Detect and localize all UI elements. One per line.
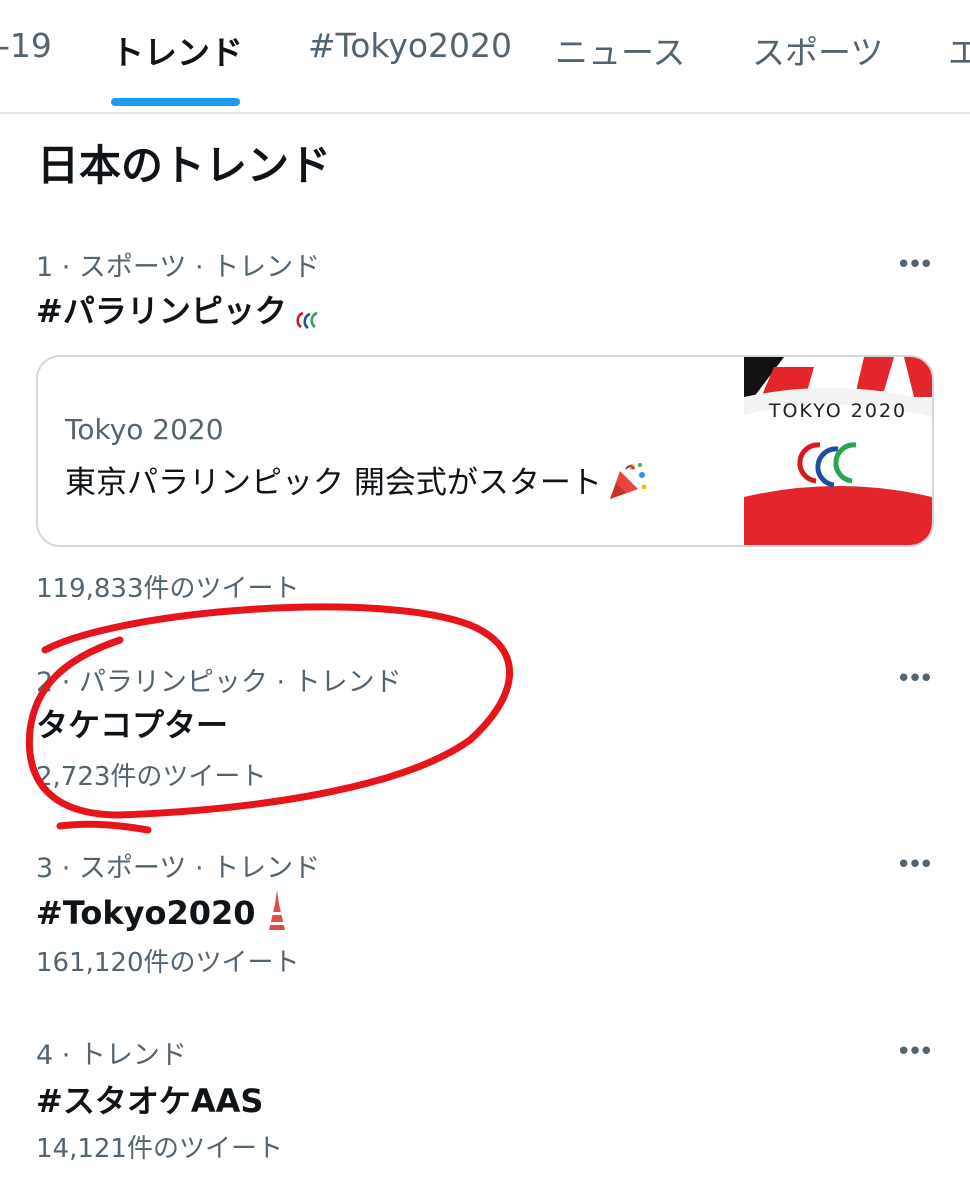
card-thumbnail: TOKYO 2020	[744, 357, 932, 545]
trend-name: タケコプター	[36, 706, 229, 744]
section-title: 日本のトレンド	[37, 141, 332, 190]
tab-sports[interactable]: スポーツ	[752, 26, 883, 74]
tab-covid[interactable]: -19	[0, 26, 52, 65]
more-dots-icon[interactable]: •••	[896, 1037, 934, 1067]
party-popper-icon	[606, 461, 648, 501]
trend-meta: 4 · トレンド	[36, 1040, 187, 1071]
trend-name: #パラリンピック	[36, 286, 325, 332]
trend-tweet-count: 161,120件のツイート	[36, 948, 300, 978]
card-source: Tokyo 2020	[65, 413, 224, 446]
active-tab-indicator	[111, 98, 240, 106]
trend-meta: 3 · スポーツ · トレンド	[36, 853, 321, 884]
more-dots-icon[interactable]: •••	[896, 250, 934, 280]
trend-name: #スタオケAAS	[36, 1082, 264, 1120]
tokyo-tower-icon	[266, 890, 288, 930]
explore-tab-bar: -19 トレンド #Tokyo2020 ニュース スポーツ エ	[0, 0, 970, 114]
tab-entertainment[interactable]: エ	[948, 26, 970, 74]
trend-meta: 2 · パラリンピック · トレンド	[36, 667, 402, 698]
trend-tweet-count: 119,833件のツイート	[36, 574, 300, 604]
trend-name-text: #パラリンピック	[36, 292, 287, 330]
more-dots-icon[interactable]: •••	[896, 850, 934, 880]
thumbnail-text: TOKYO 2020	[768, 400, 907, 422]
tab-trends[interactable]: トレンド	[111, 26, 243, 74]
tab-news[interactable]: ニュース	[555, 26, 685, 74]
trend-tweet-count: 2,723件のツイート	[36, 762, 267, 792]
trend-name-text: #Tokyo2020	[36, 894, 256, 932]
trend-meta: 1 · スポーツ · トレンド	[36, 252, 321, 283]
trend-tweet-count: 14,121件のツイート	[36, 1134, 283, 1164]
card-headline-text: 東京パラリンピック 開会式がスタート	[65, 465, 602, 501]
trend-name: #Tokyo2020	[36, 890, 288, 932]
tab-tokyo2020[interactable]: #Tokyo2020	[308, 26, 512, 65]
card-headline: 東京パラリンピック 開会式がスタート	[65, 457, 648, 502]
more-dots-icon[interactable]: •••	[896, 664, 934, 694]
paralympics-agitos-icon	[295, 302, 325, 330]
news-card[interactable]: Tokyo 2020 東京パラリンピック 開会式がスタート TOKYO 2020	[36, 355, 934, 547]
